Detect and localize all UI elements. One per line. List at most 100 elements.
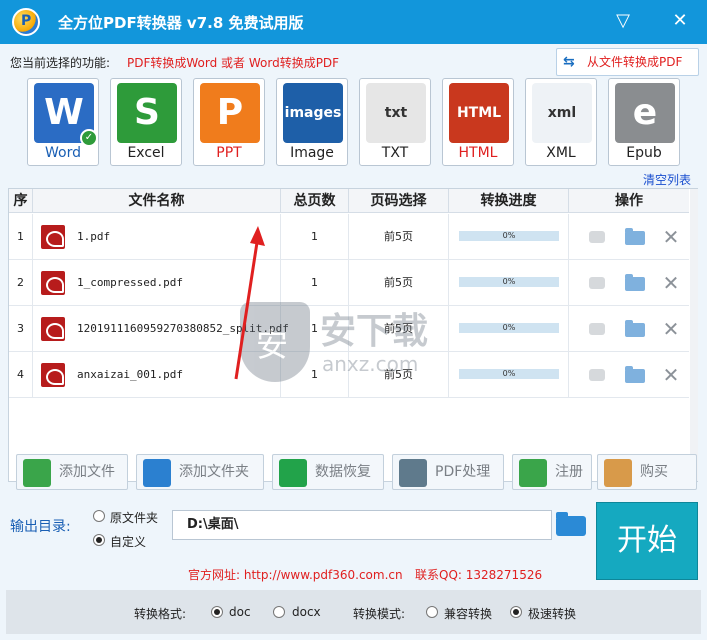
pdf-file-icon: [41, 317, 65, 341]
pdf-process-icon: [399, 459, 427, 487]
txt-icon: txt: [366, 83, 426, 143]
watermark: 安 安下载 anxz.com: [240, 302, 450, 392]
format-label: Excel: [127, 145, 165, 161]
row-index: 2: [9, 260, 33, 306]
red-arrow-annotation: [234, 226, 265, 380]
label-compat: 兼容转换: [444, 607, 493, 621]
format-epub-button[interactable]: e Epub: [608, 78, 680, 166]
action-button-4[interactable]: 注册: [512, 454, 592, 490]
row-pages: 1: [281, 260, 349, 306]
format-txt-button[interactable]: txt TXT: [359, 78, 431, 166]
table-scrollbar[interactable]: [690, 189, 698, 481]
epub-icon: e: [615, 83, 675, 143]
row-pages: 1: [281, 214, 349, 260]
radio-docx[interactable]: [273, 606, 285, 618]
row-range-select[interactable]: 前5页: [349, 214, 449, 260]
format-label: PPT: [216, 145, 242, 161]
pdf-file-icon: [41, 225, 65, 249]
settings-bar: 转换格式: doc docx 转换模式: 兼容转换 极速转换: [6, 590, 701, 634]
convert-tool-icon[interactable]: [587, 273, 607, 293]
table-row[interactable]: 1 1.pdf 1 前5页 0% ✕: [9, 214, 689, 260]
format-label: Image: [290, 145, 334, 161]
image-icon: images: [283, 83, 343, 143]
row-index: 4: [9, 352, 33, 398]
progress-bar: 0%: [459, 323, 559, 333]
format-word-button[interactable]: W ✓ Word: [27, 78, 99, 166]
minimize-button[interactable]: ▽: [608, 8, 638, 34]
delete-icon[interactable]: ✕: [661, 365, 681, 385]
window-title: 全方位PDF转换器 v7.8 免费试用版: [58, 14, 304, 32]
button-label: 添加文件: [59, 464, 115, 480]
open-folder-icon[interactable]: [625, 273, 645, 293]
header-index: 序: [9, 189, 33, 213]
action-button-5[interactable]: 购买: [597, 454, 697, 490]
from-file-button[interactable]: ⇆ 从文件转换成PDF: [556, 48, 699, 76]
format-label: 转换格式:: [134, 607, 187, 621]
format-image-button[interactable]: images Image: [276, 78, 348, 166]
radio-original-folder[interactable]: [93, 510, 105, 522]
progress-bar: 0%: [459, 231, 559, 241]
action-button-3[interactable]: PDF处理: [392, 454, 504, 490]
website-text: 官方网址: http://www.pdf360.com.cn: [188, 568, 403, 582]
row-range-select[interactable]: 前5页: [349, 260, 449, 306]
button-label: PDF处理: [435, 464, 491, 480]
data-recovery-icon: [279, 459, 307, 487]
format-label: Epub: [626, 145, 662, 161]
button-label: 购买: [640, 464, 668, 480]
output-dir-label: 输出目录:: [10, 519, 71, 535]
open-folder-icon[interactable]: [625, 319, 645, 339]
radio-compat[interactable]: [426, 606, 438, 618]
register-check-icon: [519, 459, 547, 487]
convert-tool-icon[interactable]: [587, 319, 607, 339]
radio-fast[interactable]: [510, 606, 522, 618]
close-button[interactable]: ✕: [665, 8, 695, 34]
open-folder-icon[interactable]: [625, 365, 645, 385]
progress-bar: 0%: [459, 369, 559, 379]
start-button[interactable]: 开始: [596, 502, 698, 580]
browse-folder-icon[interactable]: [556, 510, 586, 536]
function-value: PDF转换成Word 或者 Word转换成PDF: [127, 56, 340, 70]
ppt-icon: P: [200, 83, 260, 143]
format-html-button[interactable]: HTML HTML: [442, 78, 514, 166]
xml-icon: xml: [532, 83, 592, 143]
action-button-1[interactable]: 添加文件夹: [136, 454, 264, 490]
action-button-2[interactable]: 数据恢复: [272, 454, 384, 490]
button-label: 注册: [555, 464, 583, 480]
label-custom: 自定义: [110, 535, 147, 549]
header-range: 页码选择: [349, 189, 449, 213]
word-icon: W ✓: [34, 83, 98, 147]
label-fast: 极速转换: [528, 607, 577, 621]
action-button-0[interactable]: 添加文件: [16, 454, 128, 490]
label-original-folder: 原文件夹: [110, 511, 159, 525]
convert-tool-icon[interactable]: [587, 365, 607, 385]
format-excel-button[interactable]: S Excel: [110, 78, 182, 166]
output-path-input[interactable]: D:\桌面\: [172, 510, 552, 540]
main-panel: 您当前选择的功能: PDF转换成Word 或者 Word转换成PDF ⇆ 从文件…: [0, 44, 707, 640]
open-folder-icon[interactable]: [625, 227, 645, 247]
delete-icon[interactable]: ✕: [661, 227, 681, 247]
app-logo-icon: P: [12, 8, 40, 36]
convert-tool-icon[interactable]: [587, 227, 607, 247]
pdf-file-icon: [41, 363, 65, 387]
qq-text: 联系QQ: 1328271526: [415, 568, 543, 582]
table-row[interactable]: 2 1_compressed.pdf 1 前5页 0% ✕: [9, 260, 689, 306]
delete-icon[interactable]: ✕: [661, 319, 681, 339]
header-filename: 文件名称: [33, 189, 281, 213]
watermark-domain: anxz.com: [322, 352, 419, 376]
html-icon: HTML: [449, 83, 509, 143]
excel-icon: S: [117, 83, 177, 143]
format-label: HTML: [458, 145, 498, 161]
title-bar: P 全方位PDF转换器 v7.8 免费试用版 ▽ ✕: [0, 0, 707, 44]
row-index: 3: [9, 306, 33, 352]
radio-custom[interactable]: [93, 534, 105, 546]
watermark-text: 安下载: [320, 311, 429, 352]
progress-bar: 0%: [459, 277, 559, 287]
clear-list-link[interactable]: 清空列表: [643, 171, 691, 188]
row-index: 1: [9, 214, 33, 260]
format-ppt-button[interactable]: P PPT: [193, 78, 265, 166]
add-folder-icon: [143, 459, 171, 487]
format-xml-button[interactable]: xml XML: [525, 78, 597, 166]
delete-icon[interactable]: ✕: [661, 273, 681, 293]
add-file-icon: [23, 459, 51, 487]
radio-doc[interactable]: [211, 606, 223, 618]
